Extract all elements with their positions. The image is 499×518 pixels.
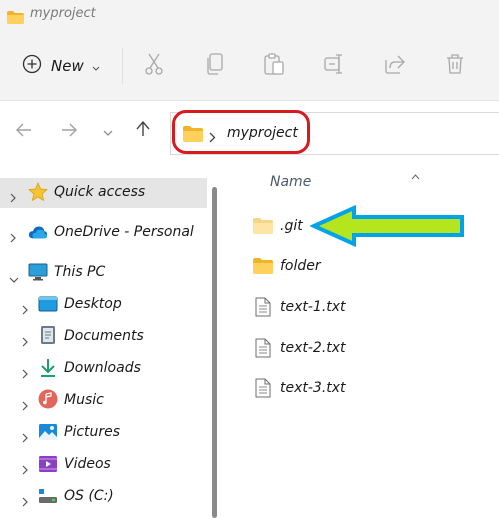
download-icon [38, 358, 58, 378]
sidebar-item-label: OS (C:) [64, 488, 114, 504]
sidebar-item-os-drive[interactable]: OS (C:) [0, 482, 207, 512]
sidebar-item-documents[interactable]: Documents [0, 322, 207, 352]
delete-icon [446, 53, 464, 79]
file-row-text-3[interactable]: text-3.txt [252, 375, 492, 401]
chevron-down-icon [92, 57, 100, 76]
cut-icon [144, 53, 164, 79]
file-row-folder[interactable]: folder [252, 253, 492, 279]
desktop-icon [38, 294, 58, 314]
sidebar-item-label: Videos [64, 456, 111, 472]
star-icon [28, 182, 48, 202]
folder-icon [7, 9, 24, 28]
rename-icon [324, 54, 346, 78]
delete-button[interactable] [443, 54, 467, 78]
chevron-right-icon [22, 396, 32, 411]
music-icon [38, 389, 58, 409]
sidebar-item-pictures[interactable]: Pictures [0, 418, 207, 448]
sidebar-item-onedrive[interactable]: OneDrive - Personal [0, 218, 207, 248]
sidebar-item-quick-access[interactable]: Quick access [0, 178, 207, 208]
share-button[interactable] [383, 54, 407, 78]
new-button-label: New [51, 57, 84, 75]
text-file-icon [252, 377, 274, 399]
documents-icon [38, 325, 58, 345]
arrow-right-icon [61, 122, 77, 141]
chevron-right-icon [22, 300, 32, 315]
file-name: text-2.txt [280, 340, 346, 356]
file-name: .git [280, 218, 303, 234]
file-row-text-2[interactable]: text-2.txt [252, 335, 492, 361]
folder-icon [252, 215, 274, 237]
sidebar-item-this-pc[interactable]: This PC [0, 258, 207, 288]
videos-icon [38, 454, 58, 474]
file-name: text-1.txt [280, 299, 346, 315]
navigation-pane: Quick access OneDrive - Personal This PC… [0, 163, 228, 518]
chevron-down-icon [9, 269, 19, 283]
up-button[interactable] [133, 120, 153, 141]
chevron-right-icon [22, 364, 32, 379]
sidebar-item-label: Quick access [54, 184, 146, 200]
text-file-icon [252, 337, 274, 359]
chevron-right-icon [10, 228, 20, 243]
back-button[interactable] [14, 121, 34, 141]
file-row-text-1[interactable]: text-1.txt [252, 294, 492, 320]
drive-icon [38, 486, 58, 506]
sidebar-item-label: Desktop [64, 296, 122, 312]
window-title: myproject [30, 6, 96, 21]
copy-button[interactable] [203, 53, 227, 79]
file-name: text-3.txt [280, 380, 346, 396]
paste-button[interactable] [262, 53, 286, 79]
cut-button[interactable] [142, 53, 166, 79]
chevron-right-icon [22, 492, 32, 507]
annotation-arrow-icon [310, 205, 464, 247]
folder-icon [252, 255, 274, 277]
sort-ascending-icon [411, 165, 420, 184]
file-name: folder [280, 258, 321, 274]
column-header-name[interactable]: Name [270, 174, 311, 190]
highlight-oval [172, 110, 310, 154]
recent-locations-button[interactable] [98, 121, 118, 141]
arrow-up-icon [136, 120, 150, 141]
monitor-icon [28, 262, 48, 282]
sidebar-item-label: Downloads [64, 360, 141, 376]
toolbar-divider [122, 48, 123, 84]
sidebar-item-label: Documents [64, 328, 144, 344]
arrow-left-icon [16, 122, 32, 141]
chevron-right-icon [22, 460, 32, 475]
forward-button[interactable] [59, 121, 79, 141]
command-bar: New [0, 30, 499, 101]
sidebar-item-label: OneDrive - Personal [54, 224, 194, 240]
chevron-right-icon [22, 428, 32, 443]
sidebar-item-label: This PC [54, 264, 106, 280]
share-icon [384, 54, 406, 78]
new-button[interactable]: New [22, 54, 100, 78]
chevron-down-icon [103, 122, 113, 141]
text-file-icon [252, 296, 274, 318]
title-bar: myproject [0, 0, 499, 30]
plus-circle-icon [22, 54, 42, 78]
sidebar-item-label: Pictures [64, 424, 121, 440]
sidebar-item-downloads[interactable]: Downloads [0, 354, 207, 384]
pictures-icon [38, 422, 58, 442]
rename-button[interactable] [323, 54, 347, 78]
chevron-right-icon [10, 188, 20, 203]
cloud-icon [28, 222, 48, 242]
chevron-right-icon [22, 332, 32, 347]
sidebar-item-label: Music [64, 392, 104, 408]
sidebar-item-desktop[interactable]: Desktop [0, 290, 207, 320]
sidebar-scrollbar[interactable] [212, 187, 217, 518]
sidebar-item-music[interactable]: Music [0, 386, 207, 416]
sidebar-item-videos[interactable]: Videos [0, 450, 207, 480]
paste-icon [264, 53, 284, 79]
copy-icon [206, 53, 224, 79]
